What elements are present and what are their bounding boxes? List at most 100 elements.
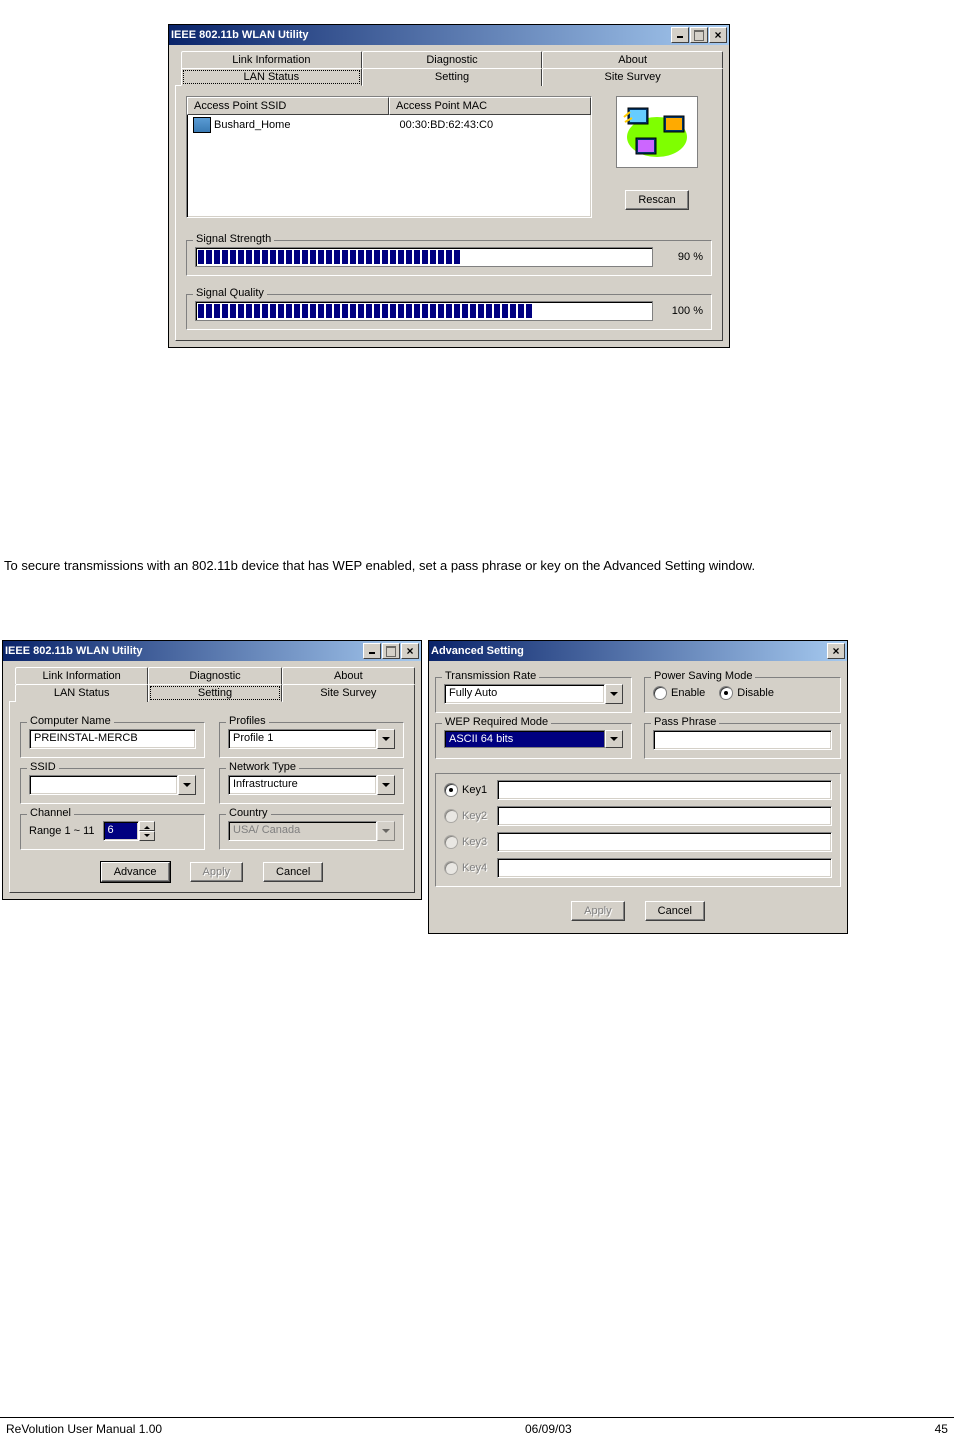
close-button[interactable] [827,643,845,659]
tab-link-information[interactable]: Link Information [181,51,362,68]
signal-quality-bar [195,301,653,321]
dropdown-icon [377,821,395,841]
wlan-utility-window-setting: IEEE 802.11b WLAN Utility Link Informati… [2,640,422,900]
key4-input [497,858,832,878]
signal-quality-label: Signal Quality [193,287,267,299]
key2-radio: Key2 [444,809,487,823]
enable-label: Enable [671,687,705,699]
ap-list-row[interactable]: Bushard_Home 00:30:BD:62:43:C0 [187,115,591,135]
ssid-value[interactable] [29,775,178,795]
dropdown-icon[interactable] [377,775,395,795]
channel-label: Channel [27,807,74,819]
passphrase-input[interactable] [653,730,832,750]
wep-mode-value[interactable]: ASCII 64 bits [444,730,605,748]
profiles-value[interactable]: Profile 1 [228,729,377,749]
ap-mac: 00:30:BD:62:43:C0 [400,119,586,131]
footer-center: 06/09/03 [525,1422,572,1436]
page-footer: ReVolution User Manual 1.00 06/09/03 45 [0,1417,954,1436]
channel-value[interactable]: 6 [103,821,139,841]
network-type-label: Network Type [226,761,299,773]
country-value: USA/ Canada [228,821,377,841]
tab-site-survey[interactable]: Site Survey [542,68,723,86]
titlebar[interactable]: IEEE 802.11b WLAN Utility [169,25,729,45]
key1-input[interactable] [497,780,832,800]
apply-button: Apply [571,901,625,921]
apply-button: Apply [190,862,244,882]
country-label: Country [226,807,271,819]
tab-setting[interactable]: Setting [362,68,543,86]
window-title: Advanced Setting [431,645,524,657]
power-saving-label: Power Saving Mode [651,670,755,682]
signal-strength-bar [195,247,653,267]
ssid-combo[interactable] [29,775,196,795]
col-ssid-header[interactable]: Access Point SSID [187,97,389,115]
titlebar[interactable]: Advanced Setting [429,641,847,661]
wlan-utility-window-lanstatus: IEEE 802.11b WLAN Utility Link Informati… [168,24,730,348]
network-illustration [616,96,698,168]
col-mac-header[interactable]: Access Point MAC [389,97,591,115]
tx-rate-value[interactable]: Fully Auto [444,684,605,704]
ap-ssid: Bushard_Home [214,119,400,131]
computer-name-input[interactable]: PREINSTAL-MERCB [29,729,196,749]
computer-name-label: Computer Name [27,715,114,727]
network-type-combo[interactable]: Infrastructure [228,775,395,795]
channel-spinner[interactable]: 6 [103,821,155,841]
spin-down-icon[interactable] [139,831,155,841]
close-button[interactable] [709,27,727,43]
dropdown-icon[interactable] [605,730,623,748]
wep-mode-combo[interactable]: ASCII 64 bits [444,730,623,748]
tab-setting[interactable]: Setting [148,684,281,702]
window-title: IEEE 802.11b WLAN Utility [5,645,143,657]
maximize-button [382,643,400,659]
key3-label: Key3 [462,836,487,848]
tab-diagnostic[interactable]: Diagnostic [148,667,281,684]
signal-strength-pct: 90 % [653,251,703,263]
titlebar[interactable]: IEEE 802.11b WLAN Utility [3,641,421,661]
minimize-button[interactable] [671,27,689,43]
tab-about[interactable]: About [282,667,415,684]
footer-right: 45 [935,1422,948,1436]
passphrase-label: Pass Phrase [651,716,719,728]
tab-site-survey[interactable]: Site Survey [282,684,415,702]
dropdown-icon[interactable] [178,775,196,795]
tab-about[interactable]: About [542,51,723,68]
wep-mode-label: WEP Required Mode [442,716,551,728]
network-type-value[interactable]: Infrastructure [228,775,377,795]
profiles-combo[interactable]: Profile 1 [228,729,395,749]
power-enable-radio[interactable]: Enable [653,686,705,700]
ssid-label: SSID [27,761,59,773]
country-combo: USA/ Canada [228,821,395,841]
close-button[interactable] [401,643,419,659]
key3-input [497,832,832,852]
tab-link-information[interactable]: Link Information [15,667,148,684]
minimize-button[interactable] [363,643,381,659]
key2-input [497,806,832,826]
rescan-button[interactable]: Rescan [625,190,688,210]
tab-lan-status[interactable]: LAN Status [181,68,362,86]
power-disable-radio[interactable]: Disable [719,686,774,700]
advanced-setting-window: Advanced Setting Transmission Rate Fully… [428,640,848,934]
key2-label: Key2 [462,810,487,822]
tx-rate-label: Transmission Rate [442,670,539,682]
tab-lan-status[interactable]: LAN Status [15,684,148,702]
ap-list[interactable]: Access Point SSID Access Point MAC Busha… [186,96,592,218]
cancel-button[interactable]: Cancel [645,901,705,921]
cancel-button[interactable]: Cancel [263,862,323,882]
spin-up-icon[interactable] [139,821,155,831]
key3-radio: Key3 [444,835,487,849]
key1-radio[interactable]: Key1 [444,783,487,797]
window-title: IEEE 802.11b WLAN Utility [171,29,309,41]
channel-range: Range 1 ~ 11 [29,825,95,837]
advance-button[interactable]: Advance [101,862,170,882]
tx-rate-combo[interactable]: Fully Auto [444,684,623,704]
key4-label: Key4 [462,862,487,874]
signal-strength-label: Signal Strength [193,233,274,245]
disable-label: Disable [737,687,774,699]
dropdown-icon[interactable] [377,729,395,749]
tab-diagnostic[interactable]: Diagnostic [362,51,543,68]
ap-icon [193,117,211,133]
maximize-button [690,27,708,43]
profiles-label: Profiles [226,715,269,727]
dropdown-icon[interactable] [605,684,623,704]
key4-radio: Key4 [444,861,487,875]
